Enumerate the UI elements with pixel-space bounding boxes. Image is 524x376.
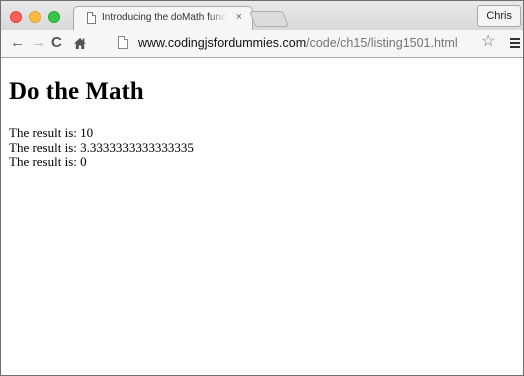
address-bar[interactable]: www.codingjsfordummies.com/code/ch15/lis… bbox=[114, 33, 497, 53]
forward-icon[interactable]: → bbox=[31, 34, 46, 52]
back-icon[interactable]: ← bbox=[10, 34, 25, 52]
page-icon bbox=[87, 12, 96, 24]
tab-title: Introducing the doMath function bbox=[102, 12, 227, 23]
minimize-window-button[interactable] bbox=[29, 11, 41, 23]
bookmark-star-icon[interactable]: ☆ bbox=[481, 33, 495, 51]
reload-icon[interactable]: C bbox=[51, 34, 62, 52]
profile-button[interactable]: Chris bbox=[477, 5, 521, 27]
page-title: Do the Math bbox=[9, 78, 144, 105]
tab-close-icon[interactable]: × bbox=[236, 11, 242, 24]
home-icon[interactable] bbox=[73, 37, 87, 50]
toolbar: ← → C www.codingjsfordummies.com/code/ch… bbox=[1, 30, 523, 58]
result-line: The result is: 0 bbox=[9, 154, 87, 169]
url-path: /code/ch15/listing1501.html bbox=[306, 36, 458, 50]
menu-icon[interactable] bbox=[510, 38, 520, 48]
new-tab-button[interactable] bbox=[249, 11, 289, 27]
result-line: The result is: 3.3333333333333335 bbox=[9, 139, 194, 155]
result-line: The result is: 10 bbox=[9, 125, 94, 140]
url-domain: www.codingjsfordummies.com bbox=[138, 36, 307, 50]
tab-active[interactable]: Introducing the doMath function × bbox=[73, 6, 253, 30]
page-content: Do the Math The result is: 10 The result… bbox=[1, 58, 523, 375]
zoom-window-button[interactable] bbox=[48, 11, 60, 23]
close-window-button[interactable] bbox=[10, 11, 22, 23]
browser-window: Introducing the doMath function × Chris … bbox=[0, 0, 524, 376]
page-icon bbox=[118, 36, 128, 49]
tab-strip: Introducing the doMath function × Chris bbox=[1, 1, 523, 30]
url-text[interactable]: www.codingjsfordummies.com/code/ch15/lis… bbox=[138, 34, 458, 52]
